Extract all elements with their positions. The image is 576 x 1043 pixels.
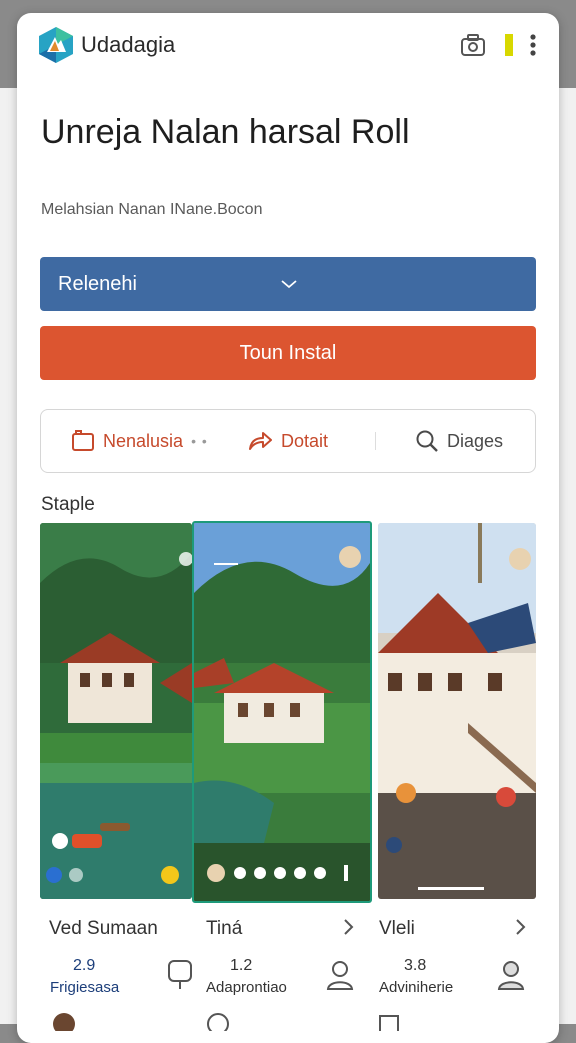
circle-icon <box>207 1013 229 1031</box>
card-title[interactable]: Vleli <box>379 918 415 940</box>
device-icon[interactable] <box>163 957 197 993</box>
screenshot-thumbnail-selected[interactable] <box>192 521 372 903</box>
chevron-right-icon[interactable] <box>514 916 528 938</box>
app-card: Udadagia Unreja Nalan harsal Roll Melahs… <box>17 13 559 1043</box>
chevron-right-icon[interactable] <box>342 916 356 938</box>
person-icon[interactable] <box>323 957 357 993</box>
avatar <box>53 1013 75 1031</box>
action-label: Diages <box>447 430 504 451</box>
flag-icon[interactable] <box>501 30 517 60</box>
screenshot-thumbnail[interactable] <box>40 523 192 899</box>
landscape-photo <box>194 523 370 901</box>
action-label: Nenalusia <box>103 430 184 451</box>
screenshot-thumbnail[interactable] <box>378 523 536 899</box>
app-name: Udadagia <box>81 32 176 57</box>
stat-value: 3.8 <box>404 957 427 974</box>
share-icon <box>249 432 272 450</box>
stat-label: Frigiesasa <box>50 979 120 996</box>
action-search[interactable]: Diages <box>415 410 503 472</box>
stat-label: Adviniherie <box>379 979 454 996</box>
select-value: Relenehi <box>58 273 137 295</box>
more-dots: • • <box>191 433 208 449</box>
search-icon <box>416 430 438 452</box>
action-bar: Nenalusia • • Dotait Diages <box>40 409 536 473</box>
language-select[interactable]: Relenehi <box>40 257 536 311</box>
landscape-photo <box>378 523 536 899</box>
divider <box>375 432 376 450</box>
action-save[interactable]: Nenalusia • • <box>71 410 208 472</box>
bookmark-icon <box>72 430 94 451</box>
card-title[interactable]: Tiná <box>206 918 242 940</box>
logo-icon <box>39 27 73 63</box>
box-icon <box>379 1015 399 1031</box>
card-title[interactable]: Ved Sumaan <box>49 918 158 940</box>
page-subtitle: Melahsian Nanan INane.Bocon <box>41 201 263 218</box>
install-button[interactable]: Toun Instal <box>40 326 536 380</box>
stat-value: 1.2 <box>230 957 253 974</box>
camera-icon[interactable] <box>458 30 488 60</box>
landscape-photo <box>40 523 192 899</box>
action-label: Dotait <box>281 430 329 451</box>
chevron-down-icon <box>281 280 297 289</box>
more-icon[interactable] <box>524 30 542 60</box>
section-title: Staple <box>41 494 95 515</box>
stat-value: 2.9 <box>73 957 96 974</box>
page-title: Unreja Nalan harsal Roll <box>41 113 410 151</box>
app-bar: Udadagia <box>17 13 559 77</box>
stat-label: Adaprontiao <box>206 979 287 996</box>
person-icon[interactable] <box>494 957 528 993</box>
action-share[interactable]: Dotait <box>247 410 328 472</box>
